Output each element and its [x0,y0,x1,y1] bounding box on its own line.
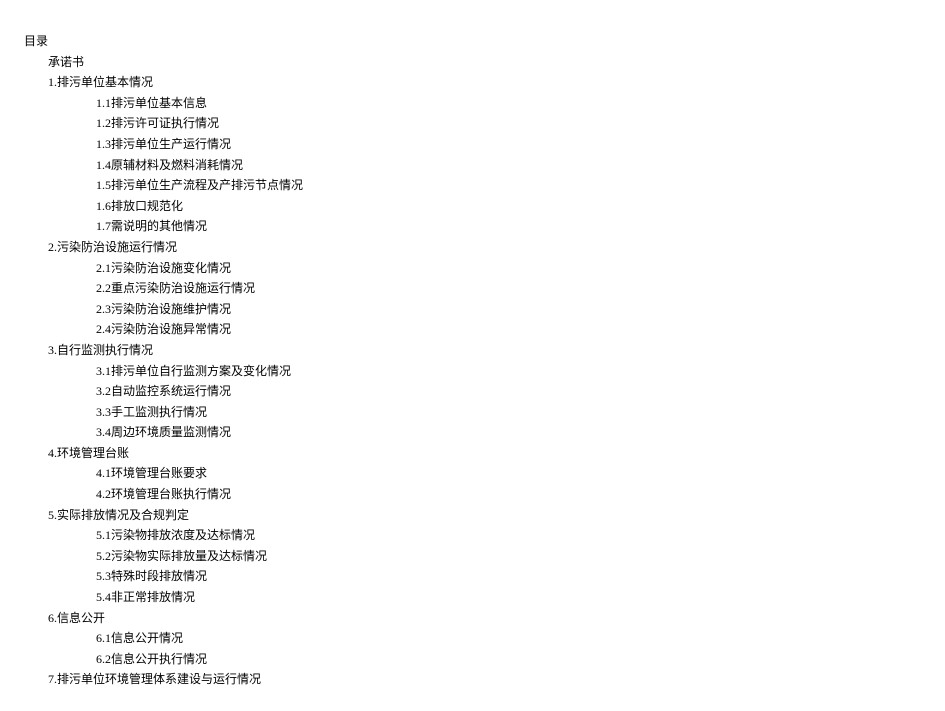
toc-section[interactable]: 2.污染防治设施运行情况 [24,238,925,257]
toc-subsection[interactable]: 5.1污染物排放浓度及达标情况 [24,526,925,545]
toc-subsection[interactable]: 2.3污染防治设施维护情况 [24,300,925,319]
toc-section[interactable]: 7.排污单位环境管理体系建设与运行情况 [24,670,925,689]
toc-section[interactable]: 1.排污单位基本情况 [24,73,925,92]
toc-subsection[interactable]: 3.1排污单位自行监测方案及变化情况 [24,362,925,381]
toc-subsection[interactable]: 3.4周边环境质量监测情况 [24,423,925,442]
toc-subsection[interactable]: 2.4污染防治设施异常情况 [24,320,925,339]
toc-subsection[interactable]: 1.2排污许可证执行情况 [24,114,925,133]
toc-title: 目录 [24,32,925,51]
toc-subsection[interactable]: 1.3排污单位生产运行情况 [24,135,925,154]
toc-subsection[interactable]: 5.4非正常排放情况 [24,588,925,607]
toc-subsection[interactable]: 1.6排放口规范化 [24,197,925,216]
toc-subsection[interactable]: 6.1信息公开情况 [24,629,925,648]
toc-subsection[interactable]: 4.2环境管理台账执行情况 [24,485,925,504]
toc-section[interactable]: 3.自行监测执行情况 [24,341,925,360]
toc-section[interactable]: 6.信息公开 [24,609,925,628]
toc-subsection[interactable]: 3.2自动监控系统运行情况 [24,382,925,401]
toc-subsection[interactable]: 5.2污染物实际排放量及达标情况 [24,547,925,566]
toc-subsection[interactable]: 1.7需说明的其他情况 [24,217,925,236]
toc-entry-pledge[interactable]: 承诺书 [24,53,925,72]
toc-subsection[interactable]: 1.5排污单位生产流程及产排污节点情况 [24,176,925,195]
toc-subsection[interactable]: 1.4原辅材料及燃料消耗情况 [24,156,925,175]
toc-subsection[interactable]: 2.2重点污染防治设施运行情况 [24,279,925,298]
toc-sections: 1.排污单位基本情况 1.1排污单位基本信息1.2排污许可证执行情况 1.3排污单位… [24,73,925,689]
toc-subsection[interactable]: 1.1排污单位基本信息 [24,94,925,113]
toc-section[interactable]: 5.实际排放情况及合规判定 [24,506,925,525]
table-of-contents: 目录 承诺书 1.排污单位基本情况 1.1排污单位基本信息1.2排污许可证执行情况… [24,32,925,689]
toc-subsection[interactable]: 6.2信息公开执行情况 [24,650,925,669]
toc-subsection[interactable]: 4.1环境管理台账要求 [24,464,925,483]
toc-subsection[interactable]: 2.1污染防治设施变化情况 [24,259,925,278]
toc-section[interactable]: 4.环境管理台账 [24,444,925,463]
toc-subsection[interactable]: 5.3特殊时段排放情况 [24,567,925,586]
toc-subsection[interactable]: 3.3手工监测执行情况 [24,403,925,422]
